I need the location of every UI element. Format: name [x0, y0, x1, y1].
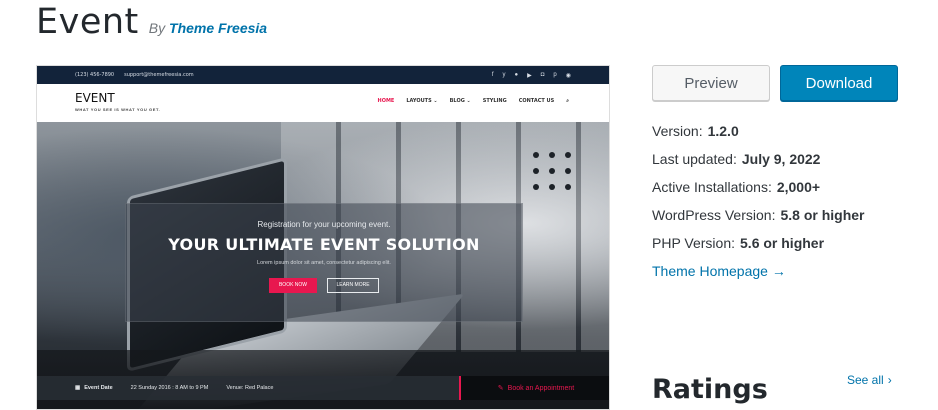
- meta-label: Version:: [652, 123, 703, 139]
- instagram-icon: ◘: [540, 71, 545, 78]
- preview-menu-styling: STYLING: [482, 98, 507, 104]
- preview-logo-tagline: WHAT YOU SEE IS WHAT YOU GET.: [75, 107, 161, 112]
- preview-menu-home: HOME: [377, 98, 395, 104]
- see-all-ratings-link[interactable]: See all ›: [847, 373, 892, 387]
- youtube-icon: ▶: [527, 72, 532, 79]
- meta-label: PHP Version:: [652, 235, 736, 251]
- meta-label: Last updated:: [652, 151, 737, 167]
- meta-value: July 9, 2022: [741, 151, 821, 167]
- preview-phone: (123) 456-7890: [75, 72, 115, 78]
- meta-active-installations: Active Installations: 2,000+: [652, 173, 865, 201]
- twitter-icon: y: [502, 71, 506, 78]
- preview-menu-layouts: LAYOUTS ⌄: [406, 98, 438, 104]
- preview-logo-name: EVENT: [75, 91, 115, 105]
- meta-value: 5.6 or higher: [740, 235, 825, 251]
- preview-hero-overlay: Registration for your upcoming event. YO…: [125, 203, 523, 322]
- hero-headline: YOUR ULTIMATE EVENT SOLUTION: [168, 235, 480, 254]
- flickr-icon: ◉: [565, 72, 571, 79]
- meta-label: WordPress Version:: [652, 207, 776, 223]
- preview-navbar: EVENT WHAT YOU SEE IS WHAT YOU GET. HOME…: [37, 84, 609, 122]
- preview-email: support@themefreesia.com: [124, 72, 194, 78]
- event-date-label-text: Event Date: [84, 385, 113, 391]
- appointment-label: Book an Appointment: [507, 384, 575, 392]
- meta-label: Active Installations:: [652, 179, 772, 195]
- preview-appointment-button: ✎ Book an Appointment: [459, 376, 609, 400]
- event-date-label: ▦ Event Date: [75, 385, 113, 391]
- preview-event-bar: ▦ Event Date 22 Sunday 2016 : 8 AM to 9 …: [37, 376, 609, 400]
- meta-wordpress-version: WordPress Version: 5.8 or higher: [652, 201, 865, 229]
- preview-learn-more-button: LEARN MORE: [327, 278, 379, 293]
- meta-php-version: PHP Version: 5.6 or higher: [652, 229, 865, 257]
- preview-logo: EVENT WHAT YOU SEE IS WHAT YOU GET.: [75, 91, 160, 112]
- meta-value: 5.8 or higher: [780, 207, 865, 223]
- preview-contact: (123) 456-7890 support@themefreesia.com: [75, 72, 194, 78]
- preview-menu-contact: CONTACT US: [518, 98, 555, 104]
- preview-button[interactable]: Preview: [652, 65, 770, 101]
- meta-value: 1.2.0: [707, 123, 739, 139]
- download-button[interactable]: Download: [780, 65, 898, 101]
- preview-topbar: (123) 456-7890 support@themefreesia.com …: [37, 66, 609, 84]
- by-prefix: By: [148, 20, 166, 36]
- meta-version: Version: 1.2.0: [652, 117, 865, 145]
- meta-last-updated: Last updated: July 9, 2022: [652, 145, 865, 173]
- ratings-heading: Ratings: [652, 374, 768, 405]
- preview-menu: HOME LAYOUTS ⌄ BLOG ⌄ STYLING CONTACT US…: [378, 98, 569, 104]
- chevron-right-icon: ›: [887, 373, 892, 387]
- theme-title: Event: [36, 2, 139, 42]
- hero-description: Lorem ipsum dolor sit amet, consectetur …: [257, 260, 391, 266]
- theme-screenshot: (123) 456-7890 support@themefreesia.com …: [36, 65, 610, 410]
- event-venue: Venue: Red Palace: [226, 385, 274, 391]
- facebook-icon: f: [491, 71, 494, 78]
- theme-homepage-link[interactable]: Theme Homepage →: [652, 257, 865, 285]
- author-byline: By Theme Freesia: [149, 20, 267, 36]
- preview-book-now-button: BOOK NOW: [269, 278, 317, 293]
- dribbble-icon: ●: [514, 71, 519, 78]
- meta-value: 2,000+: [776, 179, 821, 195]
- theme-detail-page: Event By Theme Freesia (123) 456-7890 su…: [0, 0, 938, 410]
- hero-background-dots: [533, 152, 571, 190]
- preview-social-icons: f y ● ▶ ◘ p ◉: [492, 72, 571, 79]
- calendar-icon: ▦: [75, 385, 81, 391]
- preview-search-icon: ⌕: [566, 98, 569, 104]
- see-all-label: See all: [847, 373, 884, 387]
- pinterest-icon: p: [553, 71, 557, 78]
- preview-hero-image: Registration for your upcoming event. YO…: [37, 122, 609, 409]
- title-row: Event By Theme Freesia: [36, 2, 267, 42]
- author-link[interactable]: Theme Freesia: [169, 20, 267, 36]
- hero-buttons: BOOK NOW LEARN MORE: [126, 278, 522, 293]
- event-date-value: 22 Sunday 2016 : 8 AM to 9 PM: [130, 385, 209, 391]
- edit-icon: ✎: [497, 385, 504, 392]
- theme-meta: Version: 1.2.0 Last updated: July 9, 2022 …: [652, 117, 865, 285]
- hero-subtitle: Registration for your upcoming event.: [257, 220, 391, 229]
- preview-menu-blog: BLOG ⌄: [449, 98, 471, 104]
